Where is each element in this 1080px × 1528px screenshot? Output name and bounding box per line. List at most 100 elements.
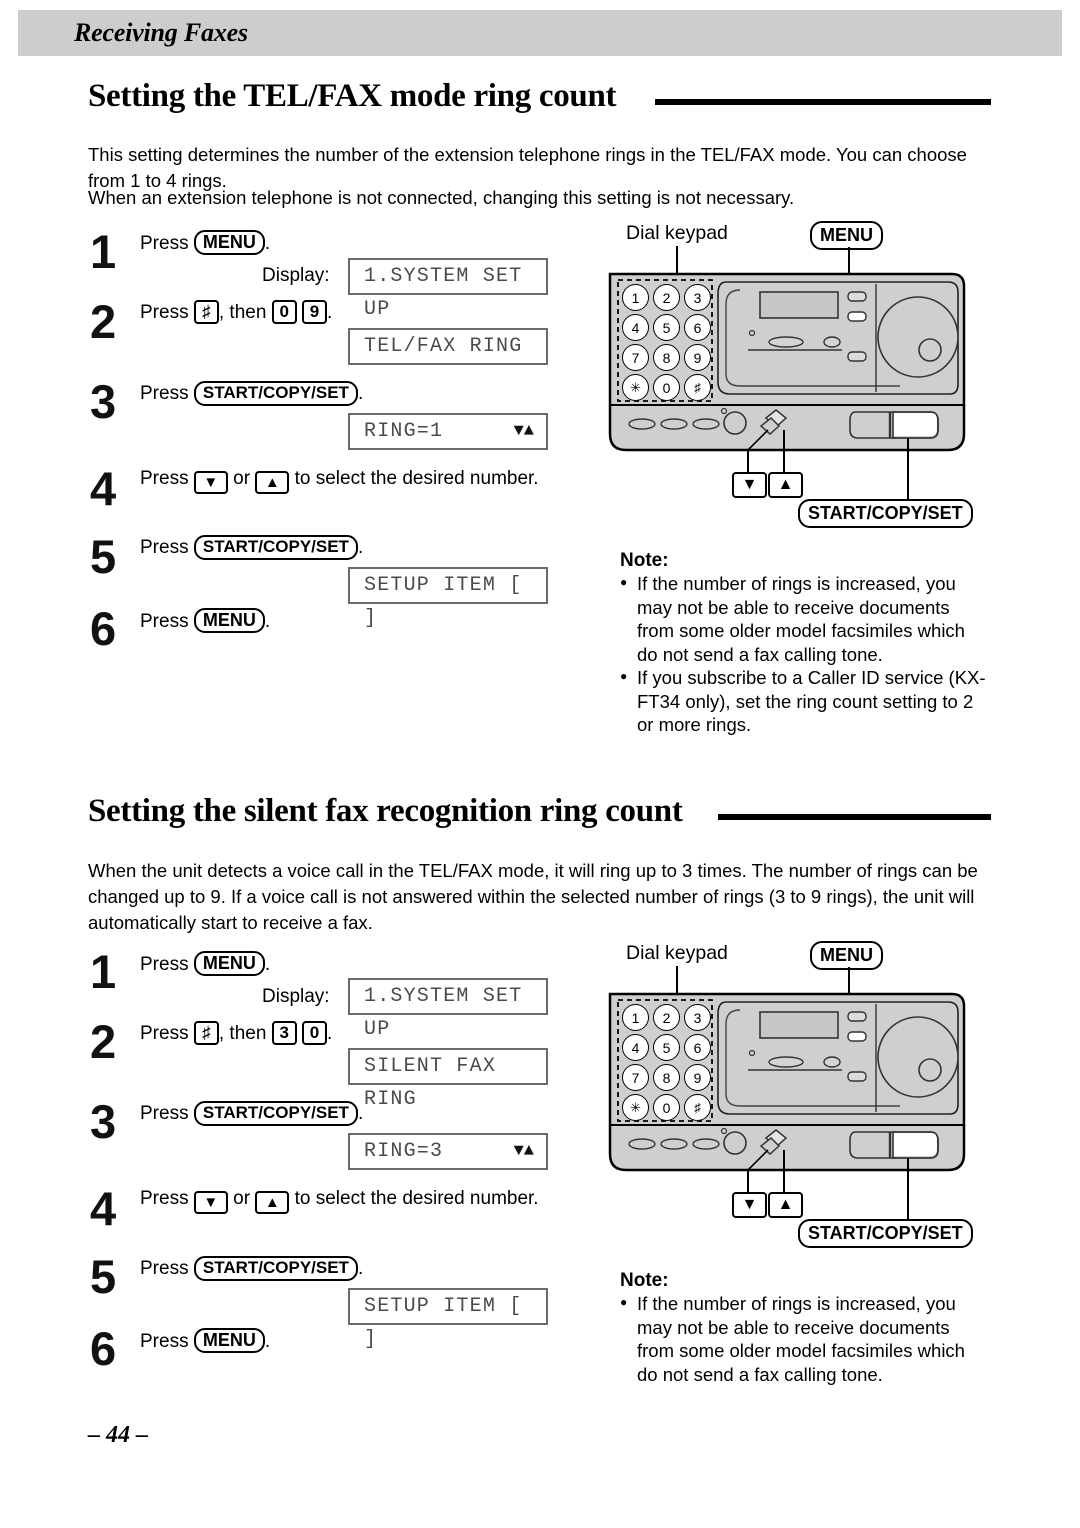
section-2-lcd-4: SETUP ITEM [ ] (348, 1288, 548, 1351)
section-2-lcd-2: SILENT FAX RING (348, 1048, 548, 1111)
note-item: If the number of rings is increased, you… (620, 571, 990, 666)
period: . (264, 611, 271, 632)
keypad-key-9[interactable]: 9 (684, 1064, 711, 1091)
keypad-key-6[interactable]: 6 (684, 314, 711, 341)
keypad-key-star[interactable]: ✳ (622, 1094, 649, 1121)
select-tail-label: to select the desired number. (294, 1188, 539, 1209)
section-1-step-2-number: 2 (90, 295, 117, 348)
keypad-key-7[interactable]: 7 (622, 1064, 649, 1091)
press-label: Press (140, 468, 189, 489)
menu-key-chip[interactable]: MENU (193, 230, 265, 255)
start-copy-set-key-chip[interactable]: START/COPY/SET (193, 1101, 358, 1126)
keypad-key-star[interactable]: ✳ (622, 374, 649, 401)
section-1-step-6-number: 6 (90, 602, 117, 655)
period: . (264, 233, 271, 254)
keypad-key-hash[interactable]: ♯ (684, 374, 711, 401)
keypad-key-1[interactable]: 1 (622, 1004, 649, 1031)
select-tail-label: to select the desired number. (294, 468, 539, 489)
start-copy-set-key-chip[interactable]: START/COPY/SET (193, 535, 358, 560)
keypad-key-9[interactable]: 9 (684, 344, 711, 371)
up-arrow-key-chip[interactable]: ▲ (255, 1191, 290, 1214)
section-2-note-title: Note: (620, 1270, 669, 1291)
keypad-key-8[interactable]: 8 (653, 1064, 680, 1091)
digit-key-chip-second[interactable]: 0 (301, 1021, 327, 1045)
section-1-step-3-text: Press START/COPY/SET. (140, 381, 363, 406)
section-1-step-4-number: 4 (90, 462, 117, 515)
keypad-key-0[interactable]: 0 (653, 1094, 680, 1121)
up-arrow-key-chip[interactable]: ▲ (255, 471, 290, 494)
section-1-lcd-3: RING=1 ▼▲ (348, 413, 548, 450)
section-1-step-3-number: 3 (90, 375, 117, 428)
menu-key-chip[interactable]: MENU (193, 951, 265, 976)
section-1-step-1-number: 1 (90, 225, 117, 278)
section-1-rule (655, 99, 991, 105)
section-1-title: Setting the TEL/FAX mode ring count (88, 78, 617, 114)
down-arrow-callout-button[interactable]: ▼ (732, 472, 767, 498)
section-2-step-5-number: 5 (90, 1250, 117, 1303)
section-2-step-6-number: 6 (90, 1322, 117, 1375)
section-2-rule (718, 814, 991, 820)
hash-key-chip[interactable]: ♯ (193, 1021, 219, 1045)
start-copy-set-key-chip[interactable]: START/COPY/SET (193, 381, 358, 406)
keypad-key-2[interactable]: 2 (653, 1004, 680, 1031)
start-copy-set-key-chip[interactable]: START/COPY/SET (193, 1256, 358, 1281)
section-2-step-1-number: 1 (90, 945, 117, 998)
section-1-step-5-text: Press START/COPY/SET. (140, 535, 363, 560)
keypad-key-7[interactable]: 7 (622, 344, 649, 371)
section-2-title: Setting the silent fax recognition ring … (88, 793, 683, 829)
keypad-key-2[interactable]: 2 (653, 284, 680, 311)
then-label: , then (218, 1023, 267, 1044)
lcd-arrows-icon: ▼▲ (513, 422, 534, 441)
keypad-key-5[interactable]: 5 (653, 1034, 680, 1061)
press-label: Press (140, 954, 189, 975)
section-1-lcd-1: 1.SYSTEM SET UP (348, 258, 548, 321)
period: . (264, 1331, 271, 1352)
digit-key-chip-second[interactable]: 9 (301, 300, 327, 324)
fax-machine-illustration-1: Dial keypad MENU 1 2 3 4 5 6 7 8 9 ✳ 0 ♯… (600, 221, 1000, 528)
down-arrow-callout-button[interactable]: ▼ (732, 1192, 767, 1218)
keypad-key-1[interactable]: 1 (622, 284, 649, 311)
lcd-arrows-icon: ▼▲ (513, 1142, 534, 1161)
section-2-step-3-number: 3 (90, 1095, 117, 1148)
down-arrow-leader-line (747, 1170, 749, 1192)
fax-machine-illustration-2: Dial keypad MENU 1 2 3 4 5 6 7 8 9 ✳ 0 ♯… (600, 941, 1000, 1248)
keypad-key-4[interactable]: 4 (622, 1034, 649, 1061)
down-arrow-key-chip[interactable]: ▼ (193, 471, 228, 494)
keypad-key-8[interactable]: 8 (653, 344, 680, 371)
keypad-key-hash[interactable]: ♯ (684, 1094, 711, 1121)
menu-key-chip[interactable]: MENU (193, 1328, 265, 1353)
keypad-key-0[interactable]: 0 (653, 374, 680, 401)
note-item: If you subscribe to a Caller ID service … (620, 665, 990, 737)
keypad-key-6[interactable]: 6 (684, 1034, 711, 1061)
digit-key-chip-first[interactable]: 3 (271, 1021, 297, 1045)
hash-key-chip[interactable]: ♯ (193, 300, 219, 324)
keypad-key-4[interactable]: 4 (622, 314, 649, 341)
keypad-key-5[interactable]: 5 (653, 314, 680, 341)
down-arrow-leader-line (747, 450, 749, 472)
section-1-display-label: Display: (262, 265, 330, 286)
period: . (326, 302, 333, 323)
menu-key-chip[interactable]: MENU (193, 608, 265, 633)
dial-keypad-grid[interactable]: 1 2 3 4 5 6 7 8 9 ✳ 0 ♯ (622, 1004, 711, 1121)
up-arrow-leader-line (783, 1150, 785, 1192)
section-1-note-title: Note: (620, 550, 669, 571)
digit-key-chip-first[interactable]: 0 (271, 300, 297, 324)
dial-keypad-grid[interactable]: 1 2 3 4 5 6 7 8 9 ✳ 0 ♯ (622, 284, 711, 401)
press-label: Press (140, 1103, 189, 1124)
section-2-step-4-text: Press ▼ or ▲ to select the desired numbe… (140, 1188, 539, 1214)
section-1-lcd-3-value: RING=1 (364, 420, 444, 443)
down-arrow-key-chip[interactable]: ▼ (193, 1191, 228, 1214)
section-2-step-3-text: Press START/COPY/SET. (140, 1101, 363, 1126)
press-label: Press (140, 1023, 189, 1044)
note-item: If the number of rings is increased, you… (620, 1291, 990, 1386)
section-2-step-2-text: Press ♯, then 3 0. (140, 1021, 332, 1045)
press-label: Press (140, 233, 189, 254)
up-arrow-callout-button[interactable]: ▲ (768, 472, 803, 498)
running-head-title: Receiving Faxes (74, 18, 248, 47)
up-arrow-callout-button[interactable]: ▲ (768, 1192, 803, 1218)
section-2-step-6-text: Press MENU. (140, 1328, 270, 1353)
keypad-key-3[interactable]: 3 (684, 1004, 711, 1031)
keypad-key-3[interactable]: 3 (684, 284, 711, 311)
section-2-step-4-number: 4 (90, 1182, 117, 1235)
section-1-step-1-text: Press MENU. (140, 230, 270, 255)
